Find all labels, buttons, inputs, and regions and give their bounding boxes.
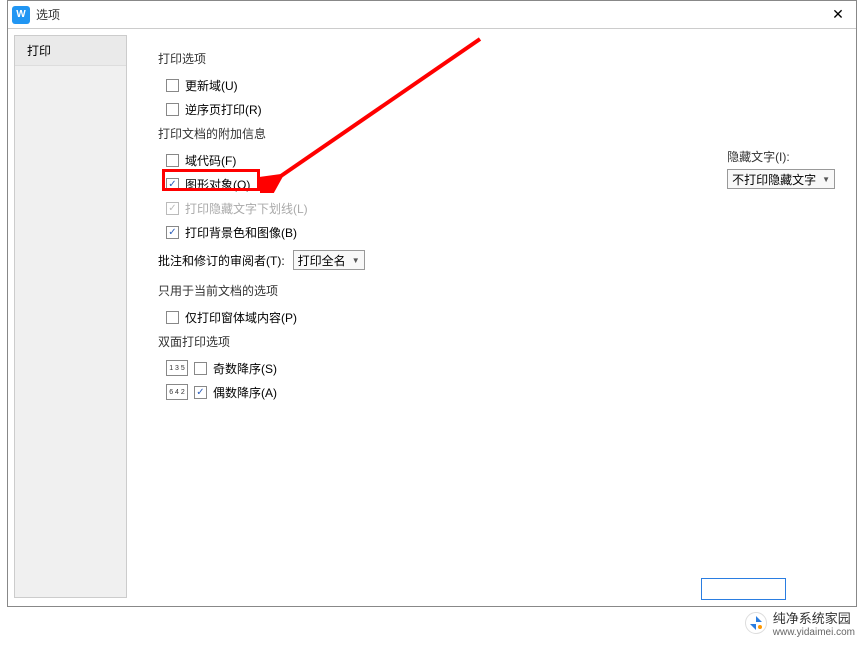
chevron-down-icon: ▼ [352, 256, 360, 265]
duplex-even-icon: 6 4 2 [166, 384, 188, 400]
watermark-brand: 纯净系统家园 [773, 608, 855, 627]
reviewer-row: 批注和修订的审阅者(T): 打印全名 ▼ [158, 250, 831, 270]
dialog-body: 打印 打印选项 更新域(U) 逆序页打印(R) 打印文档的附加信息 域代码(F)… [8, 29, 856, 606]
close-icon: ✕ [832, 6, 844, 23]
option-hidden-underline: 打印隐藏文字下划线(L) [166, 198, 831, 218]
option-label: 更新域(U) [185, 77, 238, 94]
section-print-options: 打印选项 [158, 50, 831, 67]
sidebar: 打印 [14, 35, 127, 598]
option-label: 逆序页打印(R) [185, 101, 262, 118]
reviewer-label: 批注和修订的审阅者(T): [158, 252, 285, 269]
option-update-fields[interactable]: 更新域(U) [166, 75, 831, 95]
checkbox-icon [194, 362, 207, 375]
sidebar-item-print[interactable]: 打印 [15, 36, 126, 66]
checkbox-icon [166, 154, 179, 167]
reviewer-select[interactable]: 打印全名 ▼ [293, 250, 365, 270]
option-background[interactable]: 打印背景色和图像(B) [166, 222, 831, 242]
watermark: 纯净系统家园 www.yidaimei.com [745, 608, 855, 638]
checkbox-icon [166, 103, 179, 116]
option-even-desc[interactable]: 6 4 2 偶数降序(A) [166, 382, 831, 402]
option-label: 打印隐藏文字下划线(L) [185, 200, 308, 217]
close-button[interactable]: ✕ [824, 3, 852, 27]
watermark-url: www.yidaimei.com [773, 627, 855, 638]
option-odd-desc[interactable]: 1 3 5 奇数降序(S) [166, 358, 831, 378]
option-label: 域代码(F) [185, 152, 236, 169]
options-dialog: W 选项 ✕ 打印 打印选项 更新域(U) 逆序页打印(R) 打印文档的附加信息… [7, 0, 857, 607]
content-panel: 打印选项 更新域(U) 逆序页打印(R) 打印文档的附加信息 域代码(F) 图形… [127, 29, 856, 606]
option-label: 图形对象(O) [185, 176, 250, 193]
titlebar: W 选项 ✕ [8, 1, 856, 29]
option-label: 仅打印窗体域内容(P) [185, 309, 297, 326]
duplex-odd-icon: 1 3 5 [166, 360, 188, 376]
app-icon: W [12, 6, 30, 24]
section-duplex: 双面打印选项 [158, 333, 831, 350]
checkbox-icon [166, 202, 179, 215]
option-form-only[interactable]: 仅打印窗体域内容(P) [166, 307, 831, 327]
section-current-doc: 只用于当前文档的选项 [158, 282, 831, 299]
hidden-text-group: 隐藏文字(I): 不打印隐藏文字 ▼ [727, 148, 835, 189]
option-label: 打印背景色和图像(B) [185, 224, 297, 241]
hidden-text-label: 隐藏文字(I): [727, 148, 835, 165]
footer-button[interactable] [701, 578, 786, 600]
section-doc-extras: 打印文档的附加信息 [158, 125, 831, 142]
option-reverse-order[interactable]: 逆序页打印(R) [166, 99, 831, 119]
option-label: 偶数降序(A) [213, 384, 277, 401]
option-label: 奇数降序(S) [213, 360, 277, 377]
select-value: 打印全名 [298, 252, 346, 269]
hidden-text-select[interactable]: 不打印隐藏文字 ▼ [727, 169, 835, 189]
checkbox-icon [166, 178, 179, 191]
chevron-down-icon: ▼ [822, 175, 830, 184]
checkbox-icon [166, 79, 179, 92]
window-title: 选项 [36, 6, 824, 23]
checkbox-icon [166, 226, 179, 239]
select-value: 不打印隐藏文字 [732, 171, 816, 188]
checkbox-icon [166, 311, 179, 324]
watermark-icon [745, 612, 767, 634]
checkbox-icon [194, 386, 207, 399]
